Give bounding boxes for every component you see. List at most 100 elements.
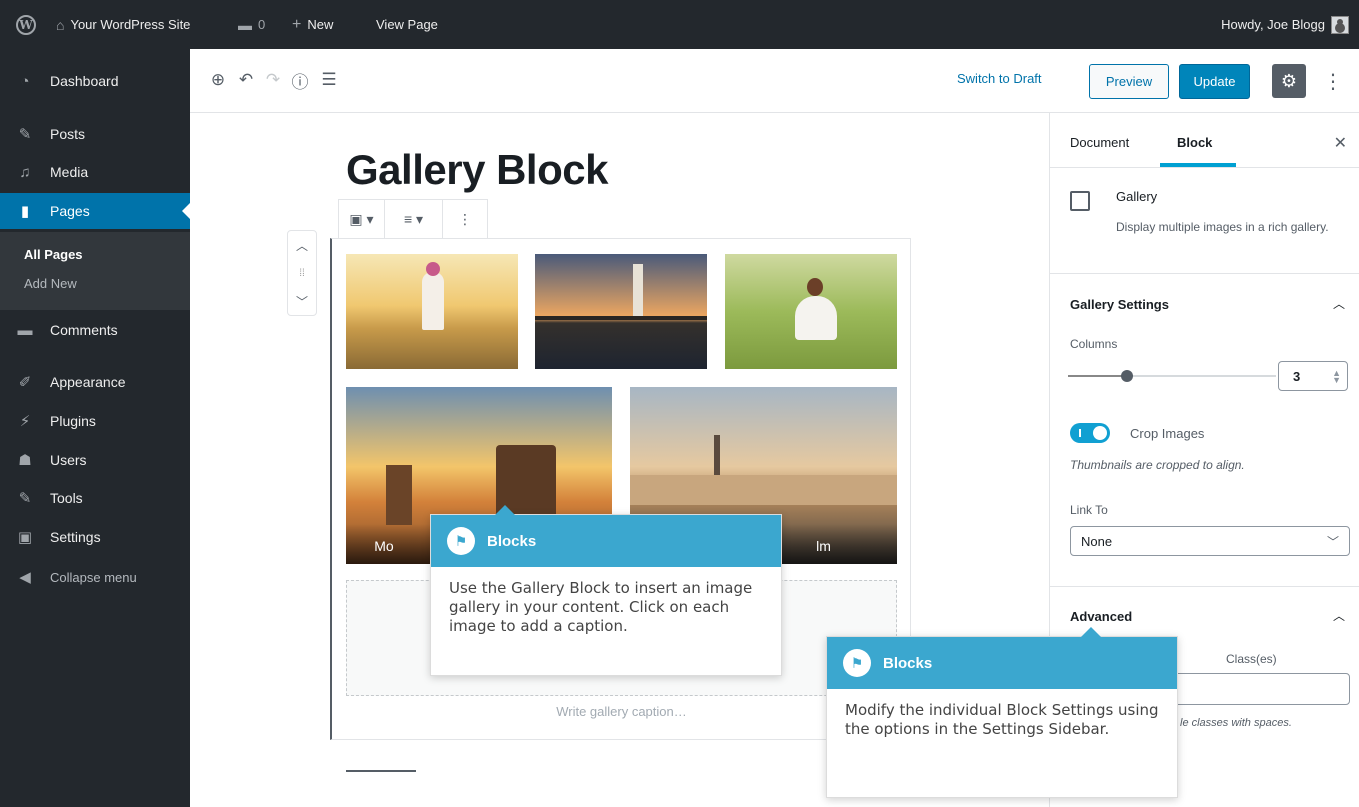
users-icon: ☗ <box>18 452 32 469</box>
tab-block[interactable]: Block <box>1177 135 1212 150</box>
sidebar-item-label: Media <box>50 164 89 180</box>
site-name-label: Your WordPress Site <box>70 17 191 32</box>
image-caption-text: lm <box>816 538 831 554</box>
change-block-type-icon[interactable]: ▣ ▾ <box>339 199 385 239</box>
crop-help-text: Thumbnails are cropped to align. <box>1070 458 1245 472</box>
gallery-settings-heading[interactable]: Gallery Settings <box>1070 297 1169 312</box>
sidebar-item-label: Pages <box>50 203 90 219</box>
block-navigation-icon[interactable]: ☰ <box>317 68 341 92</box>
move-up-icon[interactable]: ︿ <box>288 231 316 259</box>
more-options-icon[interactable]: ⋮ <box>1323 64 1343 98</box>
brush-icon: ✐ <box>18 374 32 391</box>
sidebar-item-label: Users <box>50 452 87 468</box>
sidebar-item-label: Dashboard <box>50 73 119 89</box>
columns-slider-thumb[interactable] <box>1121 370 1134 382</box>
link-to-value: None <box>1081 533 1113 549</box>
gallery-caption-input[interactable]: Write gallery caption… <box>346 704 897 719</box>
chevron-down-icon: ﹀ <box>1326 535 1339 549</box>
css-help-text: le classes with spaces. <box>1180 717 1292 729</box>
image-figure <box>807 278 823 296</box>
comments-link[interactable]: ▬ 0 <box>238 0 265 49</box>
chevron-up-icon[interactable]: ︿ <box>1333 607 1345 624</box>
sidebar-item-label: Settings <box>50 529 101 545</box>
sidebar-item-label: Posts <box>50 126 86 142</box>
image-figure <box>422 272 444 330</box>
pin-icon: ✎ <box>18 126 32 143</box>
divider <box>1050 167 1359 168</box>
chevron-up-icon[interactable]: ︿ <box>1333 295 1345 312</box>
crop-images-label: Crop Images <box>1130 426 1205 441</box>
image-figure <box>535 316 707 320</box>
divider <box>1050 586 1359 587</box>
preview-button[interactable]: Preview <box>1089 64 1169 99</box>
columns-value: 3 <box>1293 368 1301 384</box>
columns-number-input[interactable]: 3 ▲ ▼ <box>1278 361 1348 391</box>
advanced-heading[interactable]: Advanced <box>1070 609 1132 624</box>
account-menu[interactable]: Howdy, Joe Blogg <box>1221 0 1349 49</box>
page-icon: ▮ <box>20 203 30 220</box>
settings-gear-icon[interactable]: ⚙ <box>1272 64 1306 98</box>
drag-handle-icon[interactable]: ⁞⁞ <box>288 259 316 287</box>
block-description: Display multiple images in a rich galler… <box>1116 220 1329 234</box>
separator-block[interactable] <box>346 770 416 772</box>
update-button[interactable]: Update <box>1179 64 1250 99</box>
greeting-text: Howdy, Joe Blogg <box>1221 17 1325 32</box>
sidebar-item-media[interactable]: ♫ Media <box>0 154 190 190</box>
redo-icon[interactable]: ↷ <box>261 68 285 92</box>
sidebar-item-pages[interactable]: ▮ Pages <box>0 193 190 229</box>
divider <box>1050 273 1359 274</box>
submenu-add-new[interactable]: Add New <box>24 276 77 291</box>
image-figure <box>795 296 837 340</box>
sidebar-item-plugins[interactable]: ⚡ Plugins <box>0 403 190 439</box>
gallery-image-1[interactable] <box>346 254 518 369</box>
site-name-link[interactable]: ⌂ Your WordPress Site <box>56 0 190 49</box>
collapse-menu-button[interactable]: ◀ Collapse menu <box>0 559 190 595</box>
sidebar-item-posts[interactable]: ✎ Posts <box>0 116 190 152</box>
undo-icon[interactable]: ↶ <box>234 68 258 92</box>
comment-icon: ▬ <box>17 321 33 339</box>
more-block-options-icon[interactable]: ⋮ <box>443 199 487 239</box>
add-block-icon[interactable]: ⊕ <box>206 68 230 92</box>
image-figure <box>630 475 897 505</box>
sidebar-item-dashboard[interactable]: ◔ Dashboard <box>0 63 190 99</box>
sidebar-item-users[interactable]: ☗ Users <box>0 442 190 478</box>
sidebar-item-appearance[interactable]: ✐ Appearance <box>0 364 190 400</box>
comment-count: 0 <box>258 17 266 32</box>
popover-title: Blocks <box>883 654 933 672</box>
avatar <box>1331 15 1349 34</box>
comment-bubble-icon: ▬ <box>238 16 252 33</box>
wordpress-logo-icon[interactable]: W <box>14 0 38 49</box>
sidebar-item-comments[interactable]: ▬ Comments <box>0 312 190 348</box>
sidebar-item-tools[interactable]: ✎ Tools <box>0 480 190 516</box>
crop-images-toggle[interactable] <box>1070 423 1110 443</box>
flag-icon: ⚑ <box>447 527 475 555</box>
link-to-select[interactable]: None ﹀ <box>1070 526 1350 556</box>
image-caption-text: Mo <box>374 538 394 554</box>
new-content-link[interactable]: + New <box>292 0 333 49</box>
columns-slider-fill <box>1068 375 1128 377</box>
move-down-icon[interactable]: ﹀ <box>288 287 316 315</box>
gallery-image-3[interactable] <box>725 254 897 369</box>
info-icon[interactable]: ⓘ <box>288 68 312 92</box>
post-title[interactable]: Gallery Block <box>346 146 608 194</box>
tab-document[interactable]: Document <box>1070 135 1129 150</box>
flag-icon: ⚑ <box>843 649 871 677</box>
settings-icon: ▣ <box>17 529 33 546</box>
new-label: New <box>307 17 334 32</box>
sidebar-item-settings[interactable]: ▣ Settings <box>0 519 190 555</box>
wrench-icon: ✎ <box>18 490 32 507</box>
image-figure <box>426 262 440 276</box>
close-icon[interactable]: ✕ <box>1334 133 1347 153</box>
align-center-icon[interactable]: ≡ ▾ <box>385 199 443 239</box>
view-page-link[interactable]: View Page <box>376 0 438 49</box>
media-icon: ♫ <box>19 163 31 181</box>
image-figure <box>633 264 643 320</box>
image-figure <box>386 465 412 525</box>
columns-slider[interactable] <box>1068 370 1276 382</box>
sidebar-item-label: Collapse menu <box>50 569 137 585</box>
switch-to-draft-button[interactable]: Switch to Draft <box>957 71 1042 86</box>
submenu-all-pages[interactable]: All Pages <box>24 247 83 262</box>
gallery-image-2[interactable] <box>535 254 707 369</box>
stepper-arrows-icon[interactable]: ▲ ▼ <box>1332 369 1341 385</box>
popover-header: ⚑ Blocks <box>431 505 781 567</box>
